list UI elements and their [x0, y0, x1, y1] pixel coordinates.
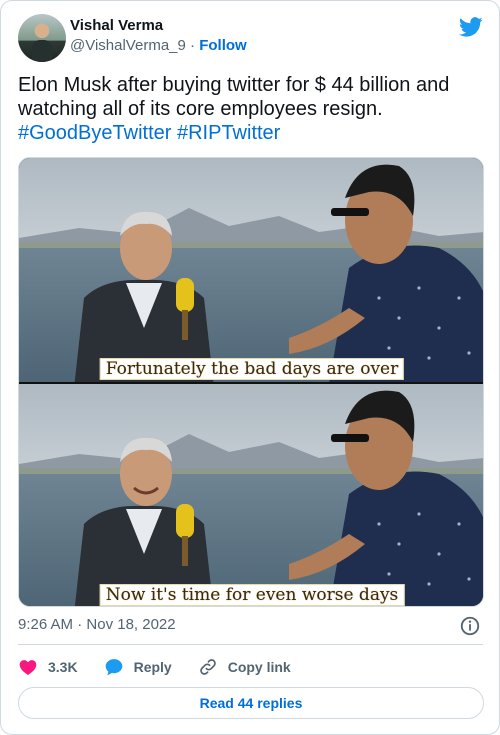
read-replies-button[interactable]: Read 44 replies [18, 687, 484, 719]
author-names: Vishal Verma @VishalVerma_9 · Follow [70, 16, 247, 56]
like-button[interactable]: 3.3K [18, 657, 78, 677]
author-avatar[interactable] [18, 14, 66, 62]
interviewer-figure [289, 390, 483, 606]
reply-button[interactable]: Reply [104, 657, 172, 677]
speech-bubble-icon [105, 659, 122, 676]
hashtag-riptwitter[interactable]: #RIPTwitter [177, 122, 280, 144]
meme-panel-bottom: Now it's time for even worse days [19, 384, 483, 606]
interviewer-figure [289, 164, 483, 382]
link-icon [199, 659, 216, 675]
timestamp-separator: · [77, 616, 83, 633]
meme-panel-top: Fortunately the bad days are over [19, 158, 483, 382]
copy-link-button[interactable]: Copy link [198, 657, 291, 677]
info-icon[interactable] [459, 615, 481, 637]
hashtag-goodbyetwitter[interactable]: #GoodByeTwitter [18, 122, 171, 144]
twitter-bird-icon[interactable] [459, 15, 483, 39]
divider [18, 644, 483, 645]
tweet-body: Elon Musk after buying twitter for $ 44 … [18, 74, 450, 120]
tweet-text: Elon Musk after buying twitter for $ 44 … [18, 73, 484, 145]
tweet-media-meme[interactable]: Fortunately the bad days are over Now it… [18, 157, 484, 607]
author-display-name[interactable]: Vishal Verma [70, 16, 247, 36]
old-man-figure [74, 437, 214, 606]
tweet-time: 9:26 AM [18, 616, 74, 633]
reply-label: Reply [133, 659, 172, 675]
author-handle-row: @VishalVerma_9 · Follow [70, 36, 247, 56]
meme-caption-top: Fortunately the bad days are over [99, 358, 405, 380]
tweet-header: Vishal Verma @VishalVerma_9 · Follow [18, 14, 483, 62]
handle-separator: · [190, 37, 196, 54]
follow-link[interactable]: Follow [199, 37, 247, 54]
tweet-card: Vishal Verma @VishalVerma_9 · Follow Elo… [0, 0, 500, 735]
like-count: 3.3K [48, 659, 78, 675]
tweet-date: Nov 18, 2022 [86, 616, 176, 633]
old-man-figure [74, 211, 214, 382]
tweet-timestamp[interactable]: 9:26 AM · Nov 18, 2022 [18, 615, 176, 635]
author-handle[interactable]: @VishalVerma_9 [70, 37, 186, 54]
tweet-actions: 3.3K Reply Copy link [18, 655, 317, 679]
meme-caption-bottom: Now it's time for even worse days [99, 584, 405, 606]
heart-icon [19, 660, 37, 675]
copy-link-label: Copy link [227, 659, 291, 675]
